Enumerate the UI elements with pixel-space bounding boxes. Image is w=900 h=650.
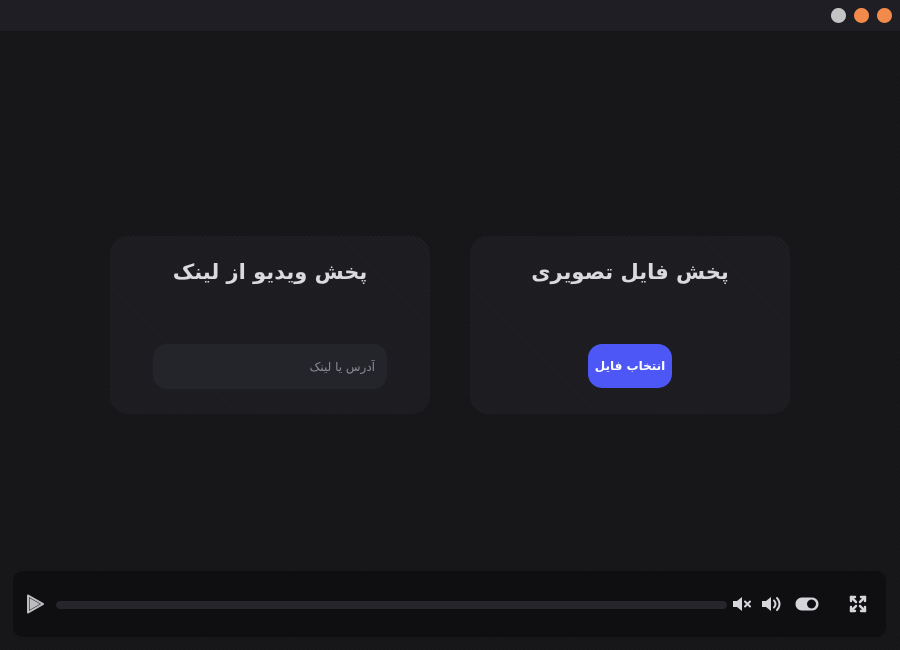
- toggle-switch[interactable]: [795, 595, 819, 613]
- volume-button[interactable]: [759, 593, 785, 615]
- link-video-card: پخش ویدیو از لینک: [110, 236, 430, 414]
- app-window: پخش ویدیو از لینک پخش فایل تصویری انتخاب…: [0, 0, 900, 650]
- fullscreen-button[interactable]: [847, 593, 869, 615]
- volume-icon: [762, 597, 781, 611]
- title-bar: [0, 0, 900, 32]
- image-file-card: پخش فایل تصویری انتخاب فایل: [470, 236, 790, 414]
- link-card-title: پخش ویدیو از لینک: [172, 260, 368, 284]
- mute-button[interactable]: [730, 593, 754, 615]
- maximize-button[interactable]: [854, 8, 869, 23]
- image-card-title: پخش فایل تصویری: [531, 260, 729, 284]
- url-input[interactable]: [153, 344, 387, 389]
- minimize-button[interactable]: [831, 8, 846, 23]
- close-button[interactable]: [877, 8, 892, 23]
- mute-icon: [733, 597, 751, 611]
- choose-file-button[interactable]: انتخاب فایل: [588, 344, 672, 388]
- player-control-bar: [13, 571, 886, 637]
- play-icon: [27, 594, 44, 614]
- play-button[interactable]: [23, 592, 47, 616]
- fullscreen-icon: [849, 595, 867, 613]
- seek-bar[interactable]: [56, 601, 727, 609]
- toggle-icon: [795, 597, 819, 611]
